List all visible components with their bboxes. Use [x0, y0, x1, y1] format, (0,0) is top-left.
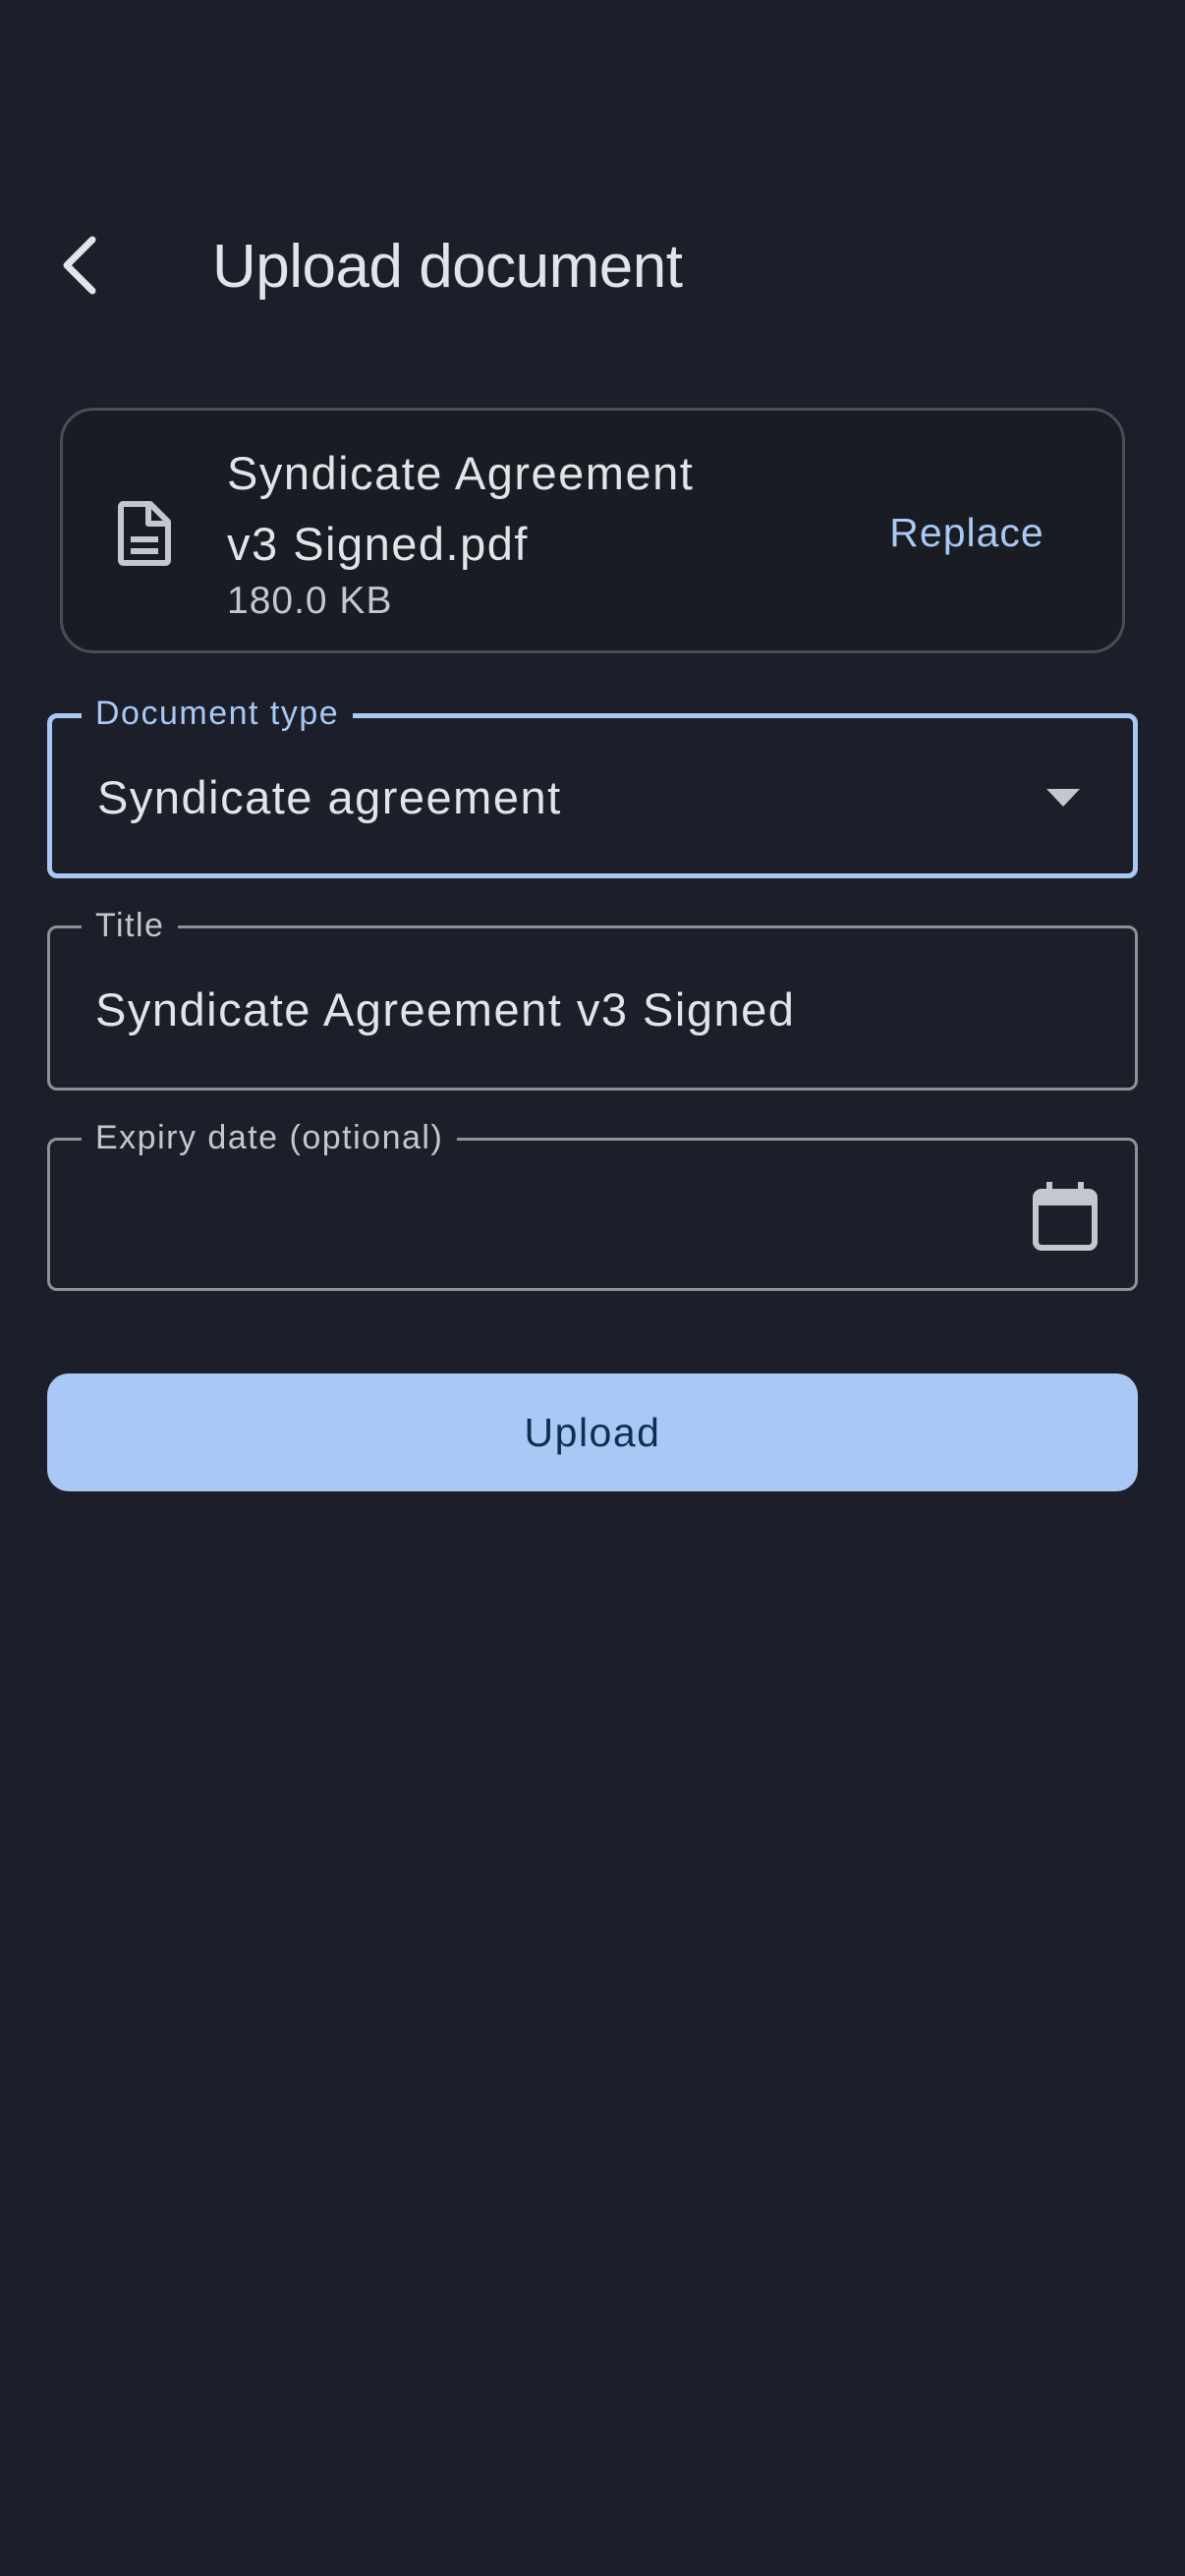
title-input[interactable]: Title Syndicate Agreement v3 Signed — [47, 903, 1138, 1091]
title-label: Title — [82, 903, 179, 948]
expiry-date-label: Expiry date (optional) — [82, 1115, 458, 1160]
file-name: Syndicate Agreement v3 Signed.pdf — [227, 447, 695, 570]
back-button[interactable] — [41, 218, 120, 312]
document-icon — [118, 501, 171, 566]
dropdown-arrow-icon — [1046, 789, 1080, 807]
document-type-value: Syndicate agreement — [97, 771, 562, 823]
replace-file-button[interactable]: Replace — [859, 489, 1075, 576]
selected-file-card: Syndicate Agreement v3 Signed.pdf 180.0 … — [60, 408, 1125, 653]
expiry-date-input[interactable]: Expiry date (optional) — [47, 1115, 1138, 1291]
page-title: Upload document — [212, 233, 683, 301]
upload-button[interactable]: Upload — [47, 1373, 1138, 1491]
calendar-icon[interactable] — [1033, 1182, 1098, 1251]
title-value: Syndicate Agreement v3 Signed — [95, 983, 796, 1036]
upload-document-screen: Upload document Syndicate Agreement v3 S… — [0, 0, 1185, 2576]
document-type-select[interactable]: Document type Syndicate agreement — [47, 691, 1138, 878]
document-type-label: Document type — [82, 691, 354, 736]
file-size: 180.0 KB — [227, 580, 393, 622]
chevron-left-icon — [63, 236, 96, 295]
